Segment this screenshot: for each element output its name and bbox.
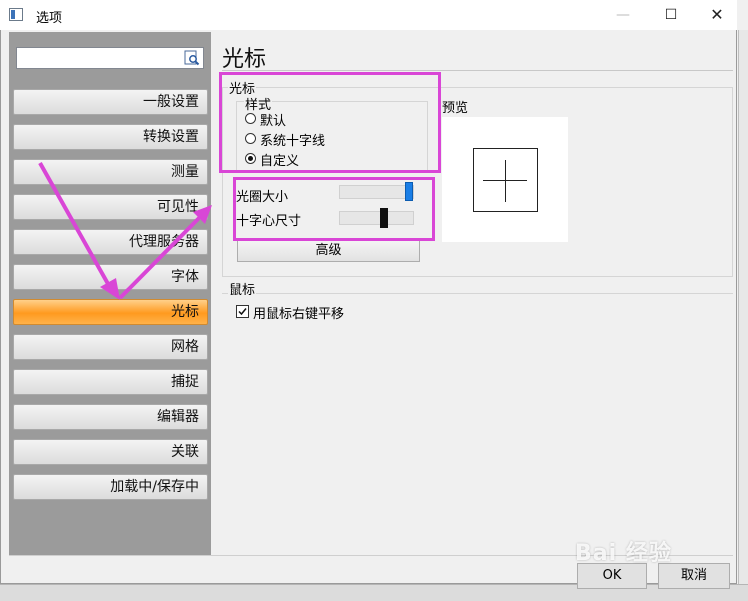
- preview-crosshair-vertical: [505, 160, 506, 202]
- watermark: Bai 经验: [575, 541, 672, 566]
- nav-item-snap[interactable]: 捕捉: [13, 369, 208, 395]
- nav-item-general[interactable]: 一般设置: [13, 89, 208, 115]
- nav-item-visibility[interactable]: 可见性: [13, 194, 208, 220]
- checkmark-icon: [238, 308, 247, 316]
- nav-item-grid[interactable]: 网格: [13, 334, 208, 360]
- close-button[interactable]: ✕: [694, 0, 740, 30]
- minimize-button[interactable]: —: [600, 0, 646, 30]
- annotation-highlight-size: [233, 177, 435, 241]
- nav-item-proxy[interactable]: 代理服务器: [13, 229, 208, 255]
- nav-item-measure[interactable]: 测量: [13, 159, 208, 185]
- title-divider: [222, 70, 733, 71]
- nav-item-conversion[interactable]: 转换设置: [13, 124, 208, 150]
- nav-item-association[interactable]: 关联: [13, 439, 208, 465]
- app-icon: [9, 8, 23, 21]
- mouse-group-label: 鼠标: [228, 279, 257, 298]
- page-title: 光标: [222, 47, 267, 72]
- maximize-button[interactable]: ☐: [648, 0, 694, 30]
- background-app-right-edge: [738, 30, 748, 600]
- annotation-highlight-style: [219, 72, 441, 173]
- right-pan-label: 用鼠标右键平移: [253, 307, 345, 322]
- search-icon[interactable]: [184, 50, 200, 66]
- window-title: 选项: [36, 11, 63, 26]
- advanced-button[interactable]: 高级: [237, 240, 420, 262]
- nav-item-cursor[interactable]: 光标: [13, 299, 208, 325]
- right-pan-checkbox[interactable]: [236, 305, 249, 318]
- nav-item-editor[interactable]: 编辑器: [13, 404, 208, 430]
- preview-label: 预览: [442, 101, 469, 116]
- search-input[interactable]: [16, 47, 204, 69]
- nav-item-load-save[interactable]: 加载中/保存中: [13, 474, 208, 500]
- nav-item-font[interactable]: 字体: [13, 264, 208, 290]
